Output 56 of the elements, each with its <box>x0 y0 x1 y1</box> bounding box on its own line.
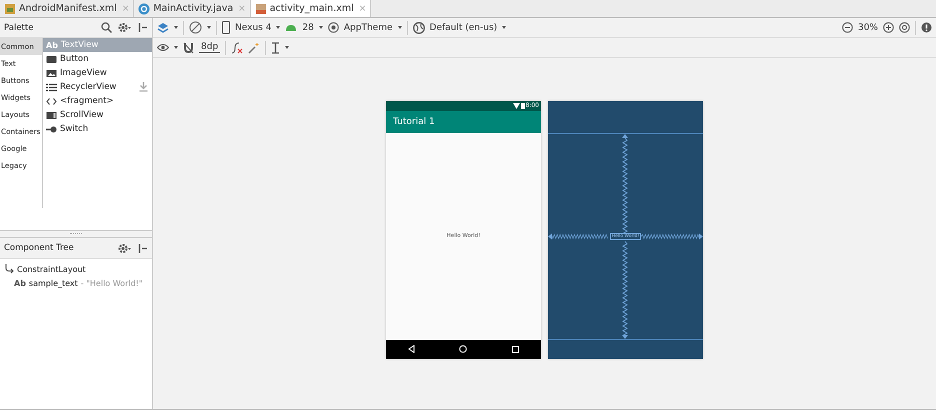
code-icon <box>46 96 57 106</box>
text-icon: Ab <box>46 40 58 50</box>
palette-item[interactable]: RecyclerView <box>60 82 116 92</box>
clear-constraints-icon[interactable] <box>231 42 244 54</box>
hide-panel-icon[interactable] <box>138 242 148 254</box>
palette-item[interactable]: <fragment> <box>60 96 114 106</box>
file-tab[interactable]: MainActivity.java × <box>134 0 251 17</box>
eye-icon[interactable] <box>157 43 169 52</box>
file-tab[interactable]: AndroidManifest.xml × <box>0 0 134 17</box>
image-icon <box>46 68 57 78</box>
switch-icon <box>46 124 57 134</box>
button-icon <box>46 54 57 64</box>
tree-item[interactable]: ConstraintLayout <box>17 264 86 274</box>
device-dropdown[interactable]: Nexus 4 <box>235 22 272 32</box>
magic-wand-icon[interactable] <box>248 42 260 54</box>
theme-dropdown[interactable]: AppTheme <box>344 22 393 32</box>
class-file-icon <box>138 2 150 14</box>
tree-item[interactable]: sample_text <box>28 278 78 288</box>
settings-icon[interactable] <box>118 242 132 254</box>
app-title: Tutorial 1 <box>393 116 435 126</box>
manifest-file-icon <box>4 2 16 14</box>
zoom-in-icon[interactable] <box>883 22 894 33</box>
recents-icon <box>512 346 519 352</box>
tree-item-detail: - "Hello World!" <box>80 278 143 288</box>
list-icon <box>46 82 57 92</box>
layers-icon[interactable] <box>157 22 169 34</box>
zoom-level: 30% <box>858 22 878 32</box>
text-cursor-icon[interactable] <box>271 42 280 54</box>
search-icon[interactable] <box>101 22 112 33</box>
palette-item[interactable]: ScrollView <box>60 110 104 120</box>
warning-icon[interactable] <box>921 22 932 33</box>
api-level-dropdown[interactable]: 28 <box>302 22 314 32</box>
home-icon <box>459 345 468 353</box>
palette-item[interactable]: Button <box>60 54 88 64</box>
battery-icon <box>520 102 525 108</box>
default-margin-dropdown[interactable]: 8dp <box>199 42 220 53</box>
zoom-fit-icon[interactable] <box>899 22 910 33</box>
zoom-out-icon[interactable] <box>842 22 853 33</box>
file-tab[interactable]: activity_main.xml × <box>250 0 372 17</box>
panel-title: Component Tree <box>4 243 74 253</box>
wifi-icon <box>512 102 520 108</box>
theme-icon[interactable] <box>328 22 339 33</box>
locale-dropdown[interactable]: Default (en-us) <box>430 22 498 32</box>
scroll-view-icon <box>46 110 57 120</box>
text-icon: Ab <box>14 278 26 288</box>
palette-item[interactable]: Switch <box>60 124 88 134</box>
back-icon <box>408 345 416 353</box>
layout-file-icon <box>254 2 267 14</box>
panel-title: Palette <box>4 22 34 32</box>
globe-icon[interactable] <box>412 22 425 34</box>
hide-panel-icon[interactable] <box>138 22 148 33</box>
magnet-icon[interactable] <box>183 42 194 54</box>
palette-item[interactable]: ImageView <box>60 68 107 78</box>
constraint-layout-icon <box>5 264 14 274</box>
settings-icon[interactable] <box>118 22 132 33</box>
phone-icon[interactable] <box>222 21 230 34</box>
